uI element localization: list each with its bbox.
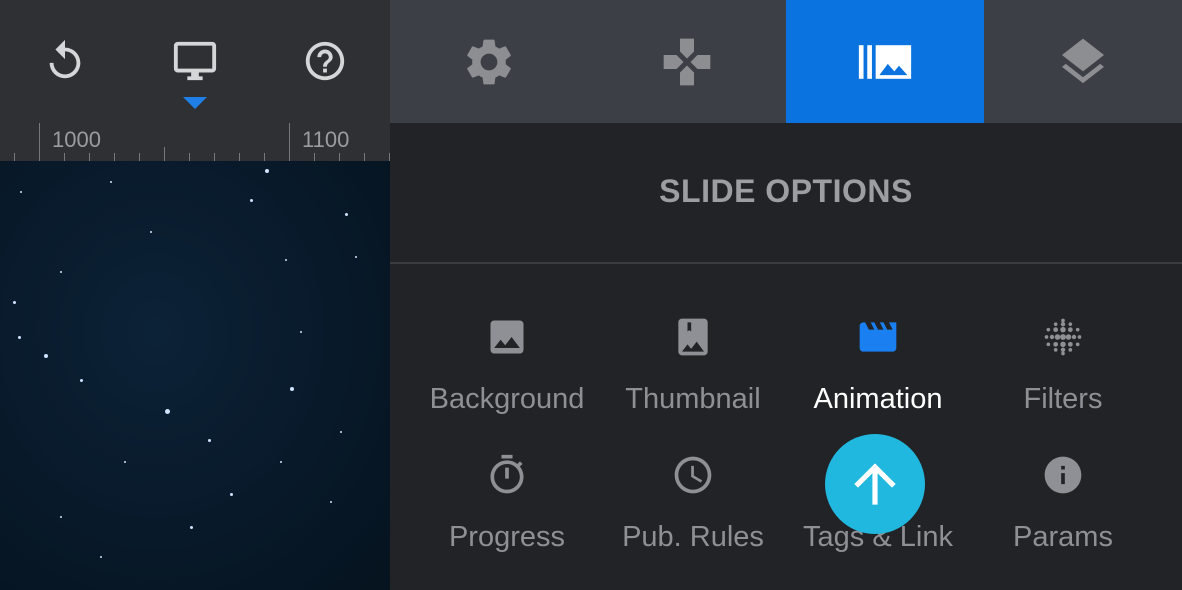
- option-label: Animation: [813, 383, 943, 415]
- tab-general-settings[interactable]: [390, 0, 588, 123]
- option-label: Thumbnail: [625, 383, 761, 415]
- option-pub-rules[interactable]: Pub. Rules: [600, 451, 786, 554]
- option-label: Pub. Rules: [622, 521, 764, 553]
- help-icon: [305, 41, 345, 80]
- gamepad-icon: [663, 38, 711, 85]
- option-label: Params: [1013, 521, 1113, 553]
- scroll-to-top-button[interactable]: [825, 434, 925, 534]
- option-thumbnail[interactable]: Thumbnail: [600, 313, 786, 416]
- horizontal-ruler: 1000 1100: [0, 123, 390, 161]
- tab-navigation[interactable]: [588, 0, 786, 123]
- active-indicator: [183, 97, 207, 109]
- option-label: Filters: [1023, 383, 1103, 415]
- dots-grid-icon: [1044, 318, 1082, 356]
- editor-toolbar: [0, 0, 390, 123]
- undo-icon: [49, 39, 81, 78]
- slide-canvas[interactable]: [0, 161, 390, 590]
- clock-icon: [674, 456, 712, 494]
- panel-title: SLIDE OPTIONS: [659, 173, 913, 209]
- info-icon: [1044, 456, 1082, 494]
- desktop-view-button[interactable]: [130, 0, 260, 123]
- image-icon: [490, 320, 524, 354]
- bookmark-image-icon: [678, 318, 708, 356]
- tab-slide-options[interactable]: [786, 0, 984, 123]
- option-animation[interactable]: Animation: [785, 313, 971, 416]
- desktop-icon: [173, 41, 217, 80]
- tab-layers[interactable]: [984, 0, 1182, 123]
- option-filters[interactable]: Filters: [970, 313, 1156, 416]
- arrow-up-icon: [854, 463, 896, 505]
- settings-tabs: [390, 0, 1182, 123]
- clapper-icon: [859, 322, 897, 352]
- divider: [390, 262, 1182, 264]
- help-button[interactable]: [260, 0, 390, 123]
- gear-icon: [467, 39, 511, 84]
- layers-icon: [1062, 38, 1104, 83]
- option-progress[interactable]: Progress: [414, 451, 600, 554]
- ruler-label: 1000: [52, 127, 101, 152]
- option-background[interactable]: Background: [414, 313, 600, 416]
- option-params[interactable]: Params: [970, 451, 1156, 554]
- stopwatch-icon: [490, 454, 524, 494]
- option-label: Background: [429, 383, 585, 415]
- slides-icon: [858, 44, 912, 79]
- ruler-label: 1100: [302, 127, 350, 152]
- slide-options-panel: SLIDE OPTIONS Background Thumbnail Anima…: [390, 123, 1182, 590]
- undo-button[interactable]: [0, 0, 130, 123]
- option-label: Progress: [448, 521, 566, 553]
